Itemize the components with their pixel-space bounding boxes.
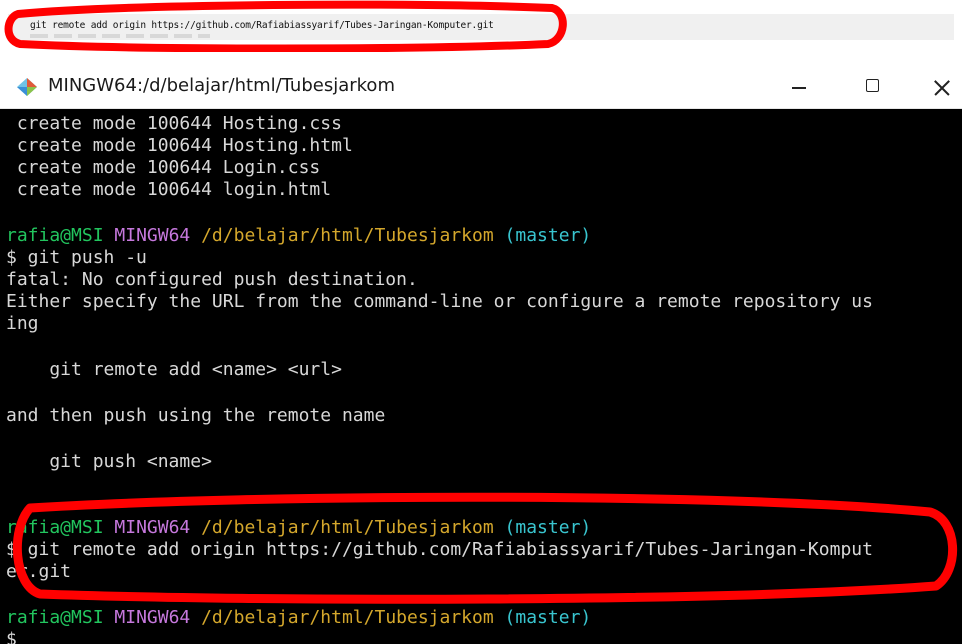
prompt-system: MINGW64 bbox=[114, 517, 191, 538]
prompt-user: rafia@MSI bbox=[6, 607, 104, 628]
prompt-branch: (master) bbox=[504, 607, 592, 628]
output-line: fatal: No configured push destination. bbox=[6, 269, 418, 290]
prompt-path: /d/belajar/html/Tubesjarkom bbox=[201, 225, 494, 246]
command-prompt: $ bbox=[6, 629, 17, 644]
prompt-line: rafia@MSI MINGW64 /d/belajar/html/Tubesj… bbox=[6, 225, 591, 247]
command-line-wrap: er.git bbox=[6, 561, 72, 582]
output-line: Either specify the URL from the command-… bbox=[6, 291, 873, 312]
terminal-window: MINGW64:/d/belajar/html/Tubesjarkom crea… bbox=[0, 66, 962, 644]
output-line: create mode 100644 Hosting.css bbox=[6, 113, 342, 134]
prompt-branch: (master) bbox=[504, 517, 592, 538]
command-line: $ git push -u bbox=[6, 247, 147, 268]
output-line: git remote add <name> <url> bbox=[6, 359, 342, 380]
window-title: MINGW64:/d/belajar/html/Tubesjarkom bbox=[48, 75, 395, 96]
title-bar[interactable]: MINGW64:/d/belajar/html/Tubesjarkom bbox=[0, 66, 962, 109]
prompt-path: /d/belajar/html/Tubesjarkom bbox=[201, 517, 494, 538]
prompt-line: rafia@MSI MINGW64 /d/belajar/html/Tubesj… bbox=[6, 517, 591, 539]
output-line: create mode 100644 Login.css bbox=[6, 157, 321, 178]
prompt-user: rafia@MSI bbox=[6, 517, 104, 538]
prompt-system: MINGW64 bbox=[114, 225, 191, 246]
snippet-faint-line bbox=[30, 34, 210, 38]
output-line: and then push using the remote name bbox=[6, 405, 386, 426]
close-button[interactable] bbox=[910, 66, 962, 108]
command-line: $ git remote add origin https://github.c… bbox=[6, 539, 873, 560]
snippet-command-text: git remote add origin https://github.com… bbox=[30, 20, 494, 31]
minimize-button[interactable] bbox=[772, 66, 832, 108]
prompt-line: rafia@MSI MINGW64 /d/belajar/html/Tubesj… bbox=[6, 607, 591, 629]
command-snippet: git remote add origin https://github.com… bbox=[8, 14, 954, 40]
prompt-user: rafia@MSI bbox=[6, 225, 104, 246]
git-bash-diamond-icon bbox=[17, 78, 37, 96]
prompt-system: MINGW64 bbox=[114, 607, 191, 628]
maximize-button[interactable] bbox=[842, 66, 902, 108]
output-line: ing bbox=[6, 313, 39, 334]
output-line: git push <name> bbox=[6, 451, 212, 472]
output-line: create mode 100644 Hosting.html bbox=[6, 135, 353, 156]
terminal-output[interactable]: create mode 100644 Hosting.css create mo… bbox=[0, 109, 962, 644]
prompt-path: /d/belajar/html/Tubesjarkom bbox=[201, 607, 494, 628]
output-line: create mode 100644 login.html bbox=[6, 179, 332, 200]
prompt-branch: (master) bbox=[504, 225, 592, 246]
